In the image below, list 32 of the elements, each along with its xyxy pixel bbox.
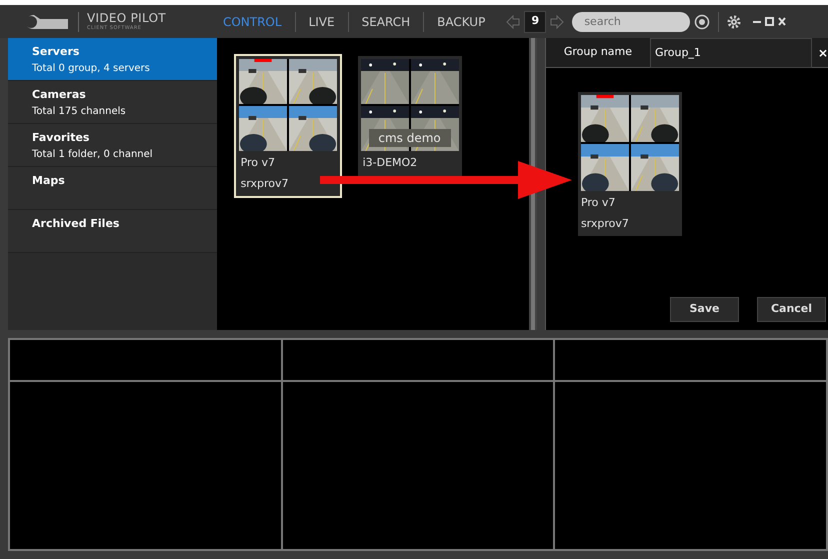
target-icon[interactable] bbox=[694, 14, 710, 30]
settings-icon[interactable] bbox=[727, 14, 742, 28]
close-icon[interactable] bbox=[778, 17, 786, 26]
brand-title: VIDEO PILOT bbox=[87, 12, 166, 24]
nav-tab[interactable]: BACKUP bbox=[424, 12, 498, 30]
server-name: Pro v7 bbox=[580, 195, 616, 211]
nav-tab[interactable]: LIVE bbox=[296, 12, 348, 30]
video-cell[interactable] bbox=[9, 381, 282, 550]
video-cell[interactable] bbox=[9, 339, 282, 381]
server-host: srxprov7 bbox=[240, 176, 290, 192]
server-card[interactable]: Pro v7 srxprov7 bbox=[236, 56, 340, 196]
video-cell[interactable] bbox=[554, 381, 827, 550]
group-name-field[interactable]: Group_1 bbox=[650, 38, 812, 68]
group-name-label: Group name bbox=[562, 44, 634, 60]
dialog-button[interactable]: Cancel bbox=[757, 297, 826, 322]
nav-tab[interactable]: CONTROL bbox=[210, 12, 295, 30]
video-cell[interactable] bbox=[554, 339, 827, 381]
dialog-button[interactable]: Save bbox=[670, 297, 739, 322]
nav-tab[interactable]: SEARCH bbox=[348, 12, 424, 30]
layout-button[interactable]: 9 bbox=[524, 10, 546, 32]
maximize-icon[interactable] bbox=[765, 17, 774, 26]
overlay-label: cms demo bbox=[368, 129, 451, 147]
member-card[interactable]: Pro v7 srxprov7 bbox=[578, 92, 682, 236]
search-field[interactable]: search bbox=[572, 12, 690, 32]
server-host: srxprov7 bbox=[580, 216, 630, 232]
server-card[interactable]: cms demo i3-DEMO2 bbox=[358, 56, 462, 176]
sidebar-item[interactable]: Servers Total 0 group, 4 servers bbox=[8, 38, 217, 81]
close-button[interactable]: × bbox=[818, 44, 828, 62]
video-cell[interactable] bbox=[282, 339, 554, 381]
server-name: i3-DEMO2 bbox=[362, 155, 418, 171]
video-cell[interactable] bbox=[282, 381, 554, 550]
server-name: Pro v7 bbox=[240, 155, 276, 171]
